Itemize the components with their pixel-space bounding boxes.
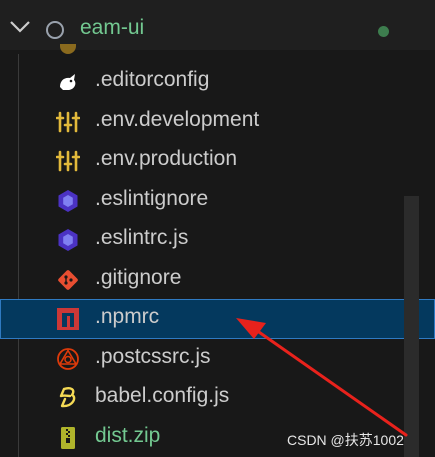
annotation-arrow [236, 318, 408, 437]
watermark: CSDN @扶苏1002 [287, 432, 404, 448]
